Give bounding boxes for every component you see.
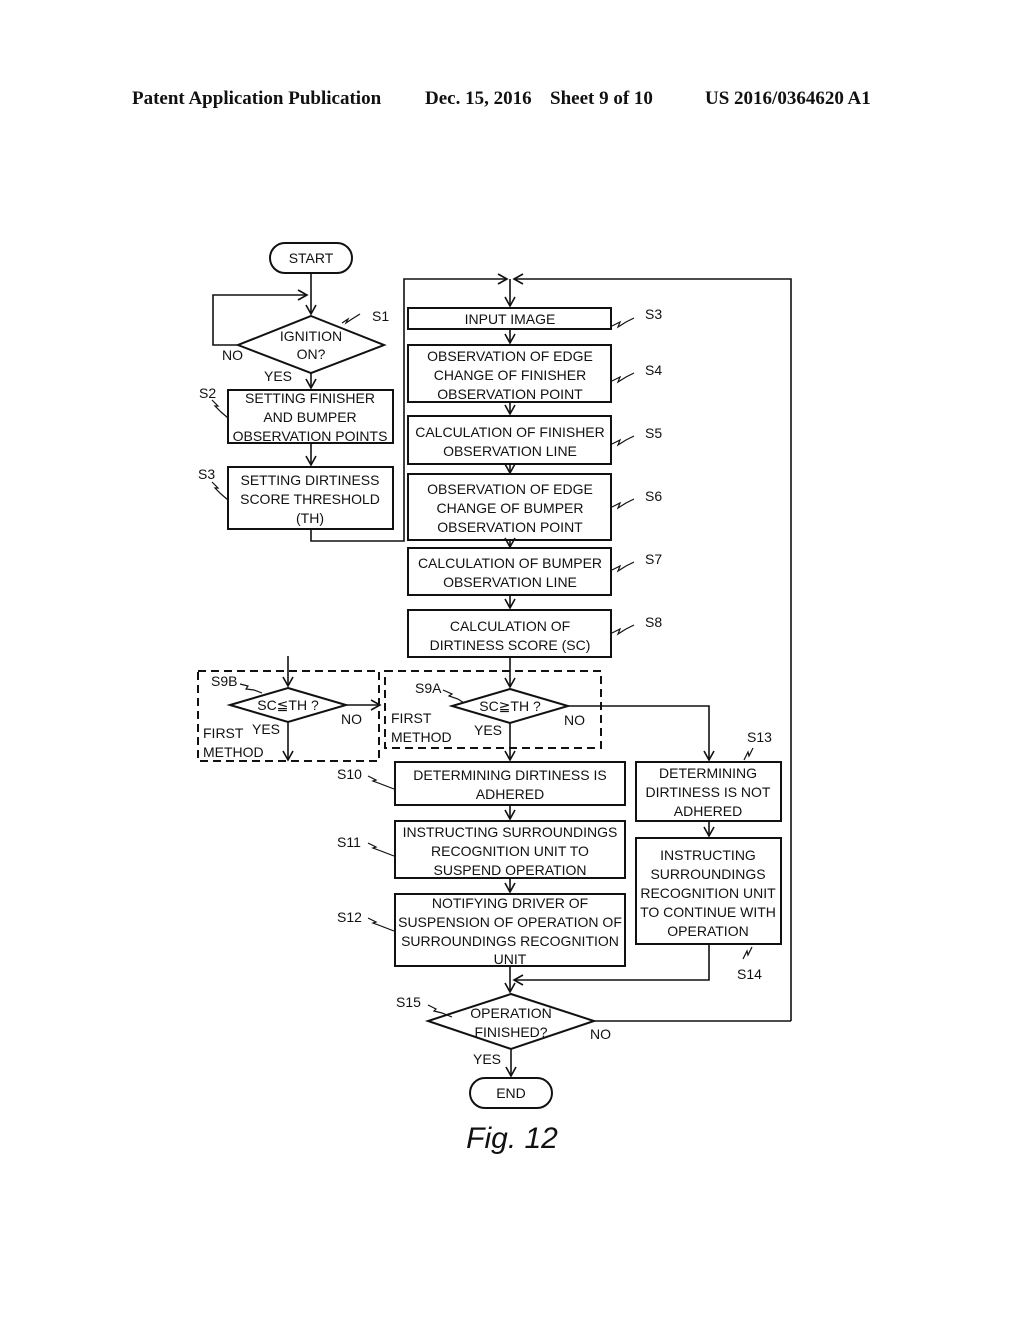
s10-line-2: ADHERED — [476, 786, 544, 802]
s9b-squiggle — [239, 683, 263, 694]
s8-line-1: CALCULATION OF — [450, 618, 570, 634]
decision-s1 — [235, 314, 387, 375]
s11-line-3: SUSPEND OPERATION — [434, 862, 587, 878]
s9a-squiggle — [442, 689, 465, 704]
s4-line-3: OBSERVATION POINT — [437, 386, 583, 402]
s1-no-label: NO — [222, 347, 243, 363]
s13-line-1: DETERMINING — [659, 765, 757, 781]
s11-squiggle — [367, 842, 395, 857]
s6-squiggle — [611, 498, 635, 510]
s6-line-1: OBSERVATION OF EDGE — [427, 481, 593, 497]
s9b-yes-label: YES — [252, 721, 280, 737]
end-label: END — [496, 1085, 526, 1101]
s10-line-1: DETERMINING DIRTINESS IS — [413, 767, 606, 783]
s14-line-4: TO CONTINUE WITH — [640, 904, 776, 920]
s3b-squiggle — [611, 317, 635, 329]
s13-line-2: DIRTINESS IS NOT — [646, 784, 771, 800]
s8-id: S8 — [645, 614, 662, 630]
s14-line-1: INSTRUCTING — [660, 847, 756, 863]
s13-line-3: ADHERED — [674, 803, 742, 819]
s12-id: S12 — [337, 909, 362, 925]
s14-squiggle — [742, 946, 753, 960]
decision-s15 — [424, 992, 598, 1051]
s3a-line-2: SCORE THRESHOLD — [240, 491, 380, 507]
s4-line-1: OBSERVATION OF EDGE — [427, 348, 593, 364]
s9a-id: S9A — [415, 680, 442, 696]
s9b-method-line-1: FIRST — [203, 725, 244, 741]
s3a-line-1: SETTING DIRTINESS — [241, 472, 380, 488]
s14-id: S14 — [737, 966, 762, 982]
s9b-label: SC≦TH ? — [257, 697, 319, 713]
s2-line-1: SETTING FINISHER — [245, 390, 375, 406]
s9a-method-line-1: FIRST — [391, 710, 432, 726]
s1-squiggle — [341, 313, 361, 325]
s2-line-3: OBSERVATION POINTS — [233, 428, 388, 444]
s9b-no-label: NO — [341, 711, 362, 727]
start-label: START — [289, 250, 334, 266]
s3a-line-3: (TH) — [296, 510, 324, 526]
s3b-id: S3 — [645, 306, 662, 322]
s1-yes-label: YES — [264, 368, 292, 384]
s8-line-2: DIRTINESS SCORE (SC) — [430, 637, 591, 653]
arrow-s9a-s13 — [568, 705, 715, 762]
s14-line-3: RECOGNITION UNIT — [640, 885, 776, 901]
s15-squiggle — [427, 1004, 453, 1018]
s7-id: S7 — [645, 551, 662, 567]
s9b-method-line-2: METHOD — [203, 744, 264, 760]
s7-line-1: CALCULATION OF BUMPER — [418, 555, 602, 571]
s15-line-2: FINISHED? — [474, 1024, 547, 1040]
s9a-method-line-2: METHOD — [391, 729, 452, 745]
s12-line-3: SURROUNDINGS RECOGNITION — [401, 933, 619, 949]
s11-line-1: INSTRUCTING SURROUNDINGS — [403, 824, 618, 840]
s12-line-4: UNIT — [494, 951, 527, 967]
s3b-line-1: INPUT IMAGE — [465, 311, 556, 327]
s15-yes-label: YES — [473, 1051, 501, 1067]
s1-line-2: ON? — [297, 346, 326, 362]
s3a-id: S3 — [198, 466, 215, 482]
s5-id: S5 — [645, 425, 662, 441]
s9a-no-label: NO — [564, 712, 585, 728]
s14-line-2: SURROUNDINGS — [650, 866, 765, 882]
s12-line-1: NOTIFYING DRIVER OF — [432, 895, 588, 911]
s12-squiggle — [367, 917, 395, 932]
s3a-squiggle — [211, 481, 229, 501]
s5-line-2: OBSERVATION LINE — [443, 443, 577, 459]
s5-squiggle — [611, 435, 635, 447]
s15-no-label: NO — [590, 1026, 611, 1042]
s10-id: S10 — [337, 766, 362, 782]
s4-id: S4 — [645, 362, 662, 378]
s9a-yes-label: YES — [474, 722, 502, 738]
s9a-label: SC≧TH ? — [479, 698, 541, 714]
s2-line-2: AND BUMPER — [263, 409, 356, 425]
s7-line-2: OBSERVATION LINE — [443, 574, 577, 590]
s2-id: S2 — [199, 385, 216, 401]
s11-id: S11 — [337, 834, 361, 850]
s6-id: S6 — [645, 488, 662, 504]
s15-id: S15 — [396, 994, 421, 1010]
s7-squiggle — [611, 561, 635, 573]
s8-squiggle — [611, 624, 635, 636]
s13-squiggle — [743, 747, 754, 761]
s5-line-1: CALCULATION OF FINISHER — [415, 424, 605, 440]
figure-label: Fig. 12 — [466, 1122, 558, 1155]
s1-line-1: IGNITION — [280, 328, 342, 344]
s1-id: S1 — [372, 308, 389, 324]
s11-line-2: RECOGNITION UNIT TO — [431, 843, 589, 859]
s6-line-2: CHANGE OF BUMPER — [436, 500, 583, 516]
s4-line-2: CHANGE OF FINISHER — [434, 367, 586, 383]
s9b-id: S9B — [211, 673, 237, 689]
s12-line-2: SUSPENSION OF OPERATION OF — [398, 914, 622, 930]
s2-squiggle — [211, 399, 229, 419]
s14-line-5: OPERATION — [667, 923, 748, 939]
s10-squiggle — [367, 775, 395, 790]
s4-squiggle — [611, 372, 635, 384]
flowchart: START IGNITION ON? S1 NO YES SETTING FIN… — [197, 242, 792, 1155]
s6-line-3: OBSERVATION POINT — [437, 519, 583, 535]
s13-id: S13 — [747, 729, 772, 745]
s15-line-1: OPERATION — [470, 1005, 551, 1021]
